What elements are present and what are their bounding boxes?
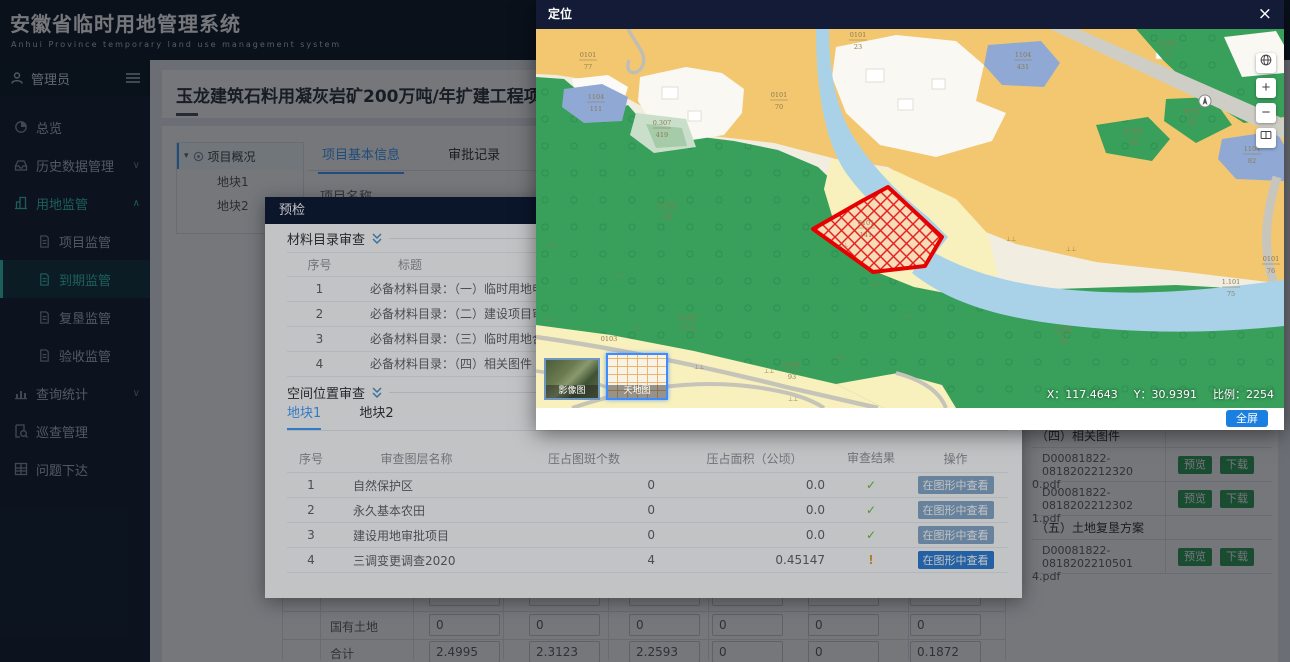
svg-text:0101: 0101 — [580, 51, 597, 59]
svg-text:⊥⊥: ⊥⊥ — [870, 281, 880, 288]
svg-text:0101: 0101 — [858, 219, 875, 227]
svg-text:⊥⊥: ⊥⊥ — [838, 242, 848, 249]
basemap-globe-button[interactable] — [1256, 53, 1276, 73]
zoom-out-button[interactable]: − — [1256, 103, 1276, 123]
fullscreen-button[interactable]: 全屏 — [1226, 410, 1268, 427]
svg-text:85: 85 — [1060, 337, 1068, 345]
map-canvas[interactable]: ⊥⊥ ⊥⊥ ⊥⊥ ⊥⊥ ⊥⊥ ⊥⊥ ⊥⊥ ⊥⊥ ⊥⊥ ⊥⊥ ⊥⊥ ⊥⊥ ⊥⊥ 0101 77 1104 111… — [536, 29, 1284, 408]
svg-text:⊥⊥: ⊥⊥ — [764, 368, 774, 375]
globe-icon — [1259, 53, 1273, 67]
svg-text:0101: 0101 — [850, 31, 867, 39]
svg-text:0.301: 0.301 — [1159, 39, 1178, 47]
svg-text:0103: 0103 — [601, 335, 618, 343]
svg-text:⊥⊥: ⊥⊥ — [1006, 236, 1016, 243]
svg-text:77: 77 — [584, 63, 592, 71]
svg-text:111: 111 — [590, 105, 602, 113]
svg-text:75: 75 — [1227, 290, 1235, 298]
map-status-bar: X：117.4643 Y：30.9391 比例：2254 — [1047, 386, 1274, 402]
svg-text:1104: 1104 — [588, 93, 605, 101]
svg-text:17.6: 17.6 — [681, 325, 695, 333]
locate-dialog-titlebar: 定位 × — [536, 0, 1284, 29]
locate-map-dialog: 定位 × — [536, 0, 1284, 430]
compass-icon — [1199, 95, 1211, 107]
basemap-imagery-label: 影像图 — [546, 385, 598, 398]
svg-text:0: 0 — [1166, 51, 1170, 59]
svg-text:141: 141 — [860, 231, 872, 239]
svg-text:⊥⊥: ⊥⊥ — [614, 272, 624, 279]
svg-text:0.301: 0.301 — [783, 361, 802, 369]
svg-text:419: 419 — [656, 131, 668, 139]
basemap-imagery-thumbnail[interactable]: 影像图 — [544, 358, 600, 400]
svg-text:⊥⊥: ⊥⊥ — [902, 312, 912, 319]
svg-text:⊥⊥: ⊥⊥ — [1066, 246, 1076, 253]
land-use-map: ⊥⊥ ⊥⊥ ⊥⊥ ⊥⊥ ⊥⊥ ⊥⊥ ⊥⊥ ⊥⊥ ⊥⊥ ⊥⊥ ⊥⊥ ⊥⊥ ⊥⊥ 0101 77 1104 111… — [536, 29, 1284, 408]
basemap-tianditu-thumbnail[interactable]: 天地图 — [606, 353, 668, 400]
svg-text:0.301: 0.301 — [659, 201, 678, 209]
cursor-x-readout: X：117.4643 — [1047, 386, 1118, 402]
cursor-y-readout: Y：30.9391 — [1134, 386, 1197, 402]
svg-text:0101: 0101 — [1263, 255, 1280, 263]
svg-text:0101: 0101 — [1184, 107, 1201, 115]
svg-text:45: 45 — [1188, 119, 1196, 127]
svg-text:76: 76 — [1267, 267, 1275, 275]
svg-text:0101: 0101 — [771, 91, 788, 99]
svg-text:0.301: 0.301 — [1055, 325, 1074, 333]
svg-text:23: 23 — [854, 43, 862, 51]
svg-text:431: 431 — [1017, 63, 1029, 71]
svg-text:1104: 1104 — [1015, 51, 1032, 59]
layers-button[interactable] — [1256, 128, 1276, 148]
close-icon[interactable]: × — [1258, 0, 1272, 29]
dialog-footer: 全屏 — [536, 408, 1284, 430]
svg-text:⊥⊥: ⊥⊥ — [632, 324, 642, 331]
svg-text:⊥⊥: ⊥⊥ — [788, 396, 798, 403]
svg-text:⊥⊥: ⊥⊥ — [836, 354, 846, 361]
svg-text:48: 48 — [1130, 139, 1138, 147]
svg-text:82: 82 — [1248, 157, 1256, 165]
basemap-switcher: 影像图 天地图 — [544, 353, 668, 400]
locate-dialog-title: 定位 — [548, 7, 572, 21]
svg-text:⊥⊥: ⊥⊥ — [548, 242, 558, 249]
svg-text:1.101: 1.101 — [1222, 278, 1241, 286]
svg-text:90: 90 — [664, 213, 672, 221]
svg-text:⊥⊥: ⊥⊥ — [544, 316, 554, 323]
svg-text:93: 93 — [788, 373, 796, 381]
map-controls: + − — [1256, 53, 1276, 148]
scale-readout: 比例：2254 — [1213, 386, 1274, 402]
zoom-in-button[interactable]: + — [1256, 78, 1276, 98]
layers-icon — [1259, 128, 1273, 142]
svg-text:⊥⊥: ⊥⊥ — [694, 364, 704, 371]
svg-text:0.301: 0.301 — [679, 313, 698, 321]
svg-text:0.301: 0.301 — [1125, 127, 1144, 135]
basemap-tianditu-label: 天地图 — [608, 385, 666, 398]
svg-text:0.307: 0.307 — [653, 119, 672, 127]
svg-text:70: 70 — [775, 103, 783, 111]
